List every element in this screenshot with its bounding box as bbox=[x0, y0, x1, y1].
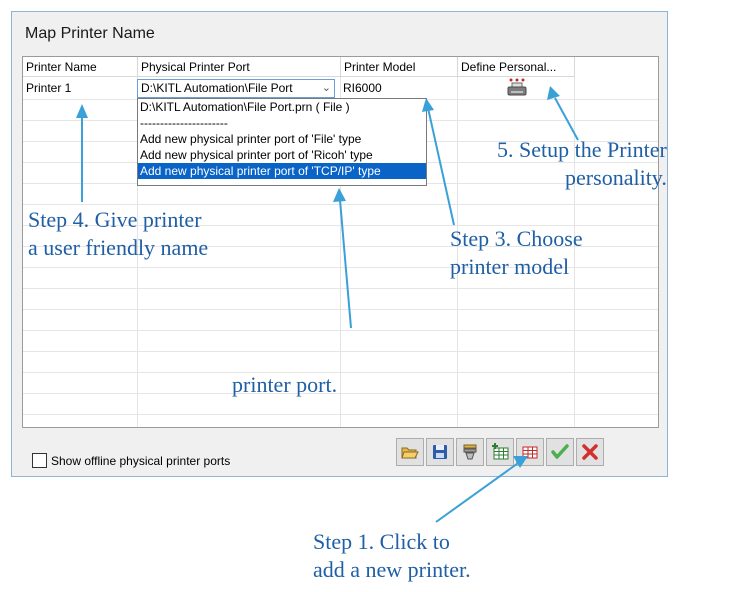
annotation-step4-line1: Step 4. Give printer bbox=[28, 207, 202, 232]
arrow-port bbox=[339, 199, 352, 329]
annotation-step3: Step 3. Choose printer model bbox=[450, 225, 583, 281]
annotation-step4-line2: a user friendly name bbox=[28, 235, 209, 260]
annotation-step3-line2: printer model bbox=[450, 254, 570, 279]
annotation-step1-line1: Step 1. Click to bbox=[313, 529, 450, 554]
annotation-step1: Step 1. Click to add a new printer. bbox=[313, 528, 471, 584]
annotation-step5-line2: personality. bbox=[565, 165, 667, 190]
annotation-step3-line1: Step 3. Choose bbox=[450, 226, 583, 251]
arrow-step3 bbox=[427, 107, 455, 226]
arrow-step5 bbox=[554, 97, 579, 141]
annotation-port: printer port. bbox=[232, 372, 338, 397]
annotation-step5-line1: 5. Setup the Printer bbox=[497, 137, 667, 162]
arrow-step1 bbox=[435, 460, 522, 523]
annotation-arrows bbox=[76, 86, 579, 523]
annotation-step4: Step 4. Give printer a user friendly nam… bbox=[28, 206, 208, 262]
annotation-step1-line2: add a new printer. bbox=[313, 557, 471, 582]
annotation-step5: 5. Setup the Printer personality. bbox=[497, 136, 667, 192]
